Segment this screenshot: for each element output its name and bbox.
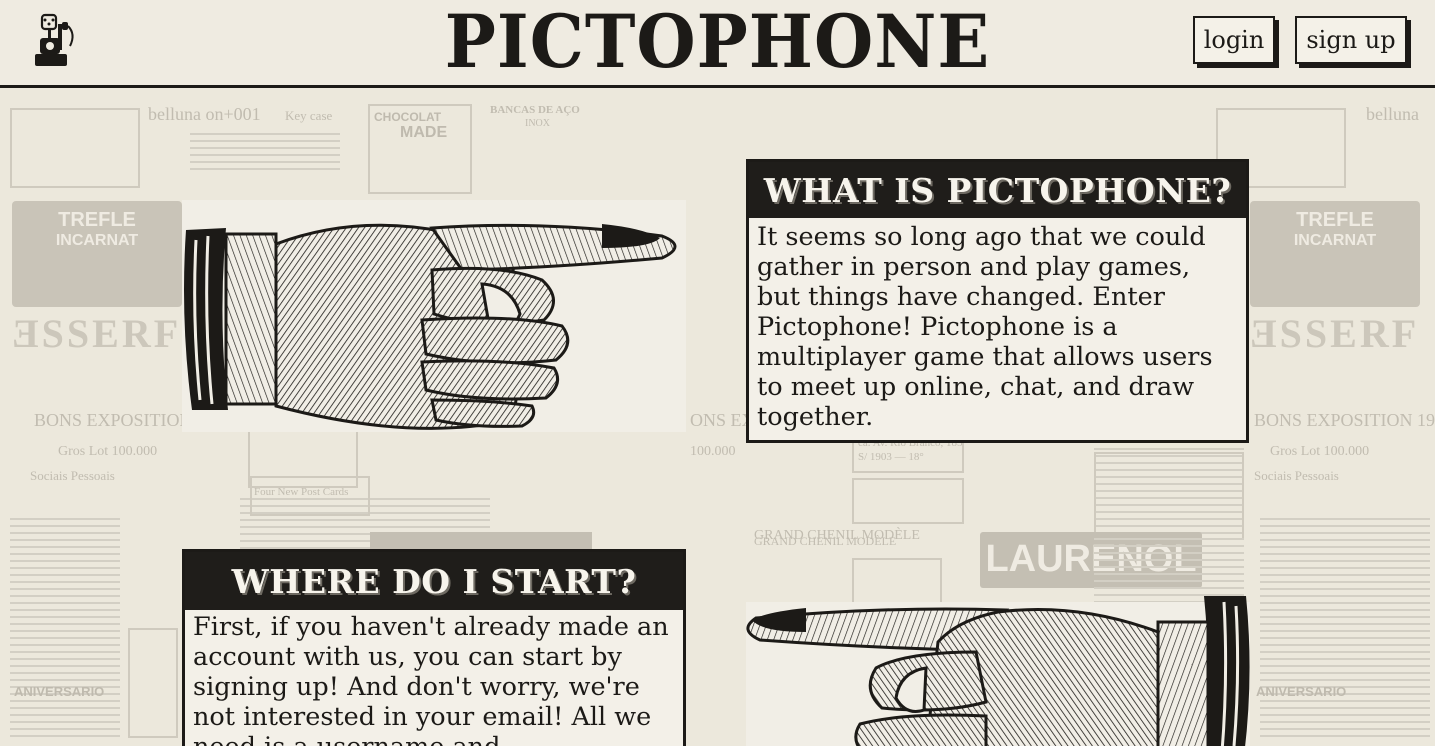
where-do-i-start-title: WHERE DO I START? <box>185 552 683 610</box>
pointing-hand-left-icon <box>746 592 1250 746</box>
bg-ad-frame <box>10 108 140 188</box>
bg-ad-lines <box>1260 518 1430 738</box>
bg-ad-frame <box>128 628 178 738</box>
bg-ad-lines <box>10 518 120 738</box>
bg-ad-text: 100.000 <box>690 444 736 459</box>
bg-ad-text: BONS EXPOSITION 1900 <box>1254 410 1435 430</box>
bg-ad-lines <box>190 133 340 173</box>
bg-ad-text: ANIVERSARIO <box>1256 684 1347 699</box>
bg-ad-text: ƎSSERF <box>1250 311 1420 356</box>
what-is-pictophone-title: WHAT IS PICTOPHONE? <box>749 162 1246 218</box>
signup-button[interactable]: sign up <box>1295 16 1407 64</box>
where-do-i-start-card: WHERE DO I START? First, if you haven't … <box>182 549 686 746</box>
bg-ad-text: TREFLE <box>1296 209 1374 231</box>
bg-ad-text: Key case <box>285 108 333 123</box>
login-button[interactable]: login <box>1193 16 1275 64</box>
bg-ad-panel: TREFLE INCARNAT <box>1250 201 1420 307</box>
pointing-hand-right-icon <box>182 200 686 432</box>
what-is-pictophone-card: WHAT IS PICTOPHONE? It seems so long ago… <box>746 159 1249 443</box>
bg-ad-text: TREFLE <box>58 209 136 231</box>
bg-ad-text: belluna on+001 <box>148 104 261 124</box>
bg-ad-text: INCARNAT <box>1293 232 1377 249</box>
bg-ad-text: INCARNAT <box>55 232 139 249</box>
bg-ad-text: Four New Post Cards <box>254 486 349 498</box>
bg-ad-text: Gros Lot 100.000 <box>1270 444 1370 459</box>
bg-ad-text: S/ 1903 — 18° <box>858 451 924 463</box>
bg-ad-text: Gros Lot 100.000 <box>58 444 158 459</box>
bg-ad-text: CHOCOLAT <box>374 110 442 124</box>
bg-ad-text: GRAND CHENIL MODÈLE <box>754 534 897 548</box>
bg-ad-text: Sociais Pessoais <box>30 468 115 483</box>
bg-ad-frame <box>852 478 964 524</box>
bg-ad-panel: TREFLE INCARNAT <box>12 201 182 307</box>
bg-ad-text: ANIVERSARIO <box>14 684 105 699</box>
bg-ad-text: ƎSSERF <box>12 311 182 356</box>
bg-ad-text: BANCAS DE AÇO <box>490 104 580 116</box>
site-header: PICTOPHONE login sign up <box>0 0 1435 88</box>
bg-ad-text: INOX <box>525 118 550 129</box>
bg-ad-text: Sociais Pessoais <box>1254 468 1339 483</box>
where-do-i-start-text: First, if you haven't already made an ac… <box>193 612 669 746</box>
bg-ad-text: MADE <box>400 124 448 141</box>
bg-ad-text: belluna <box>1366 104 1419 124</box>
what-is-pictophone-text: It seems so long ago that we could gathe… <box>757 222 1213 432</box>
bg-ad-frame <box>1094 452 1244 540</box>
